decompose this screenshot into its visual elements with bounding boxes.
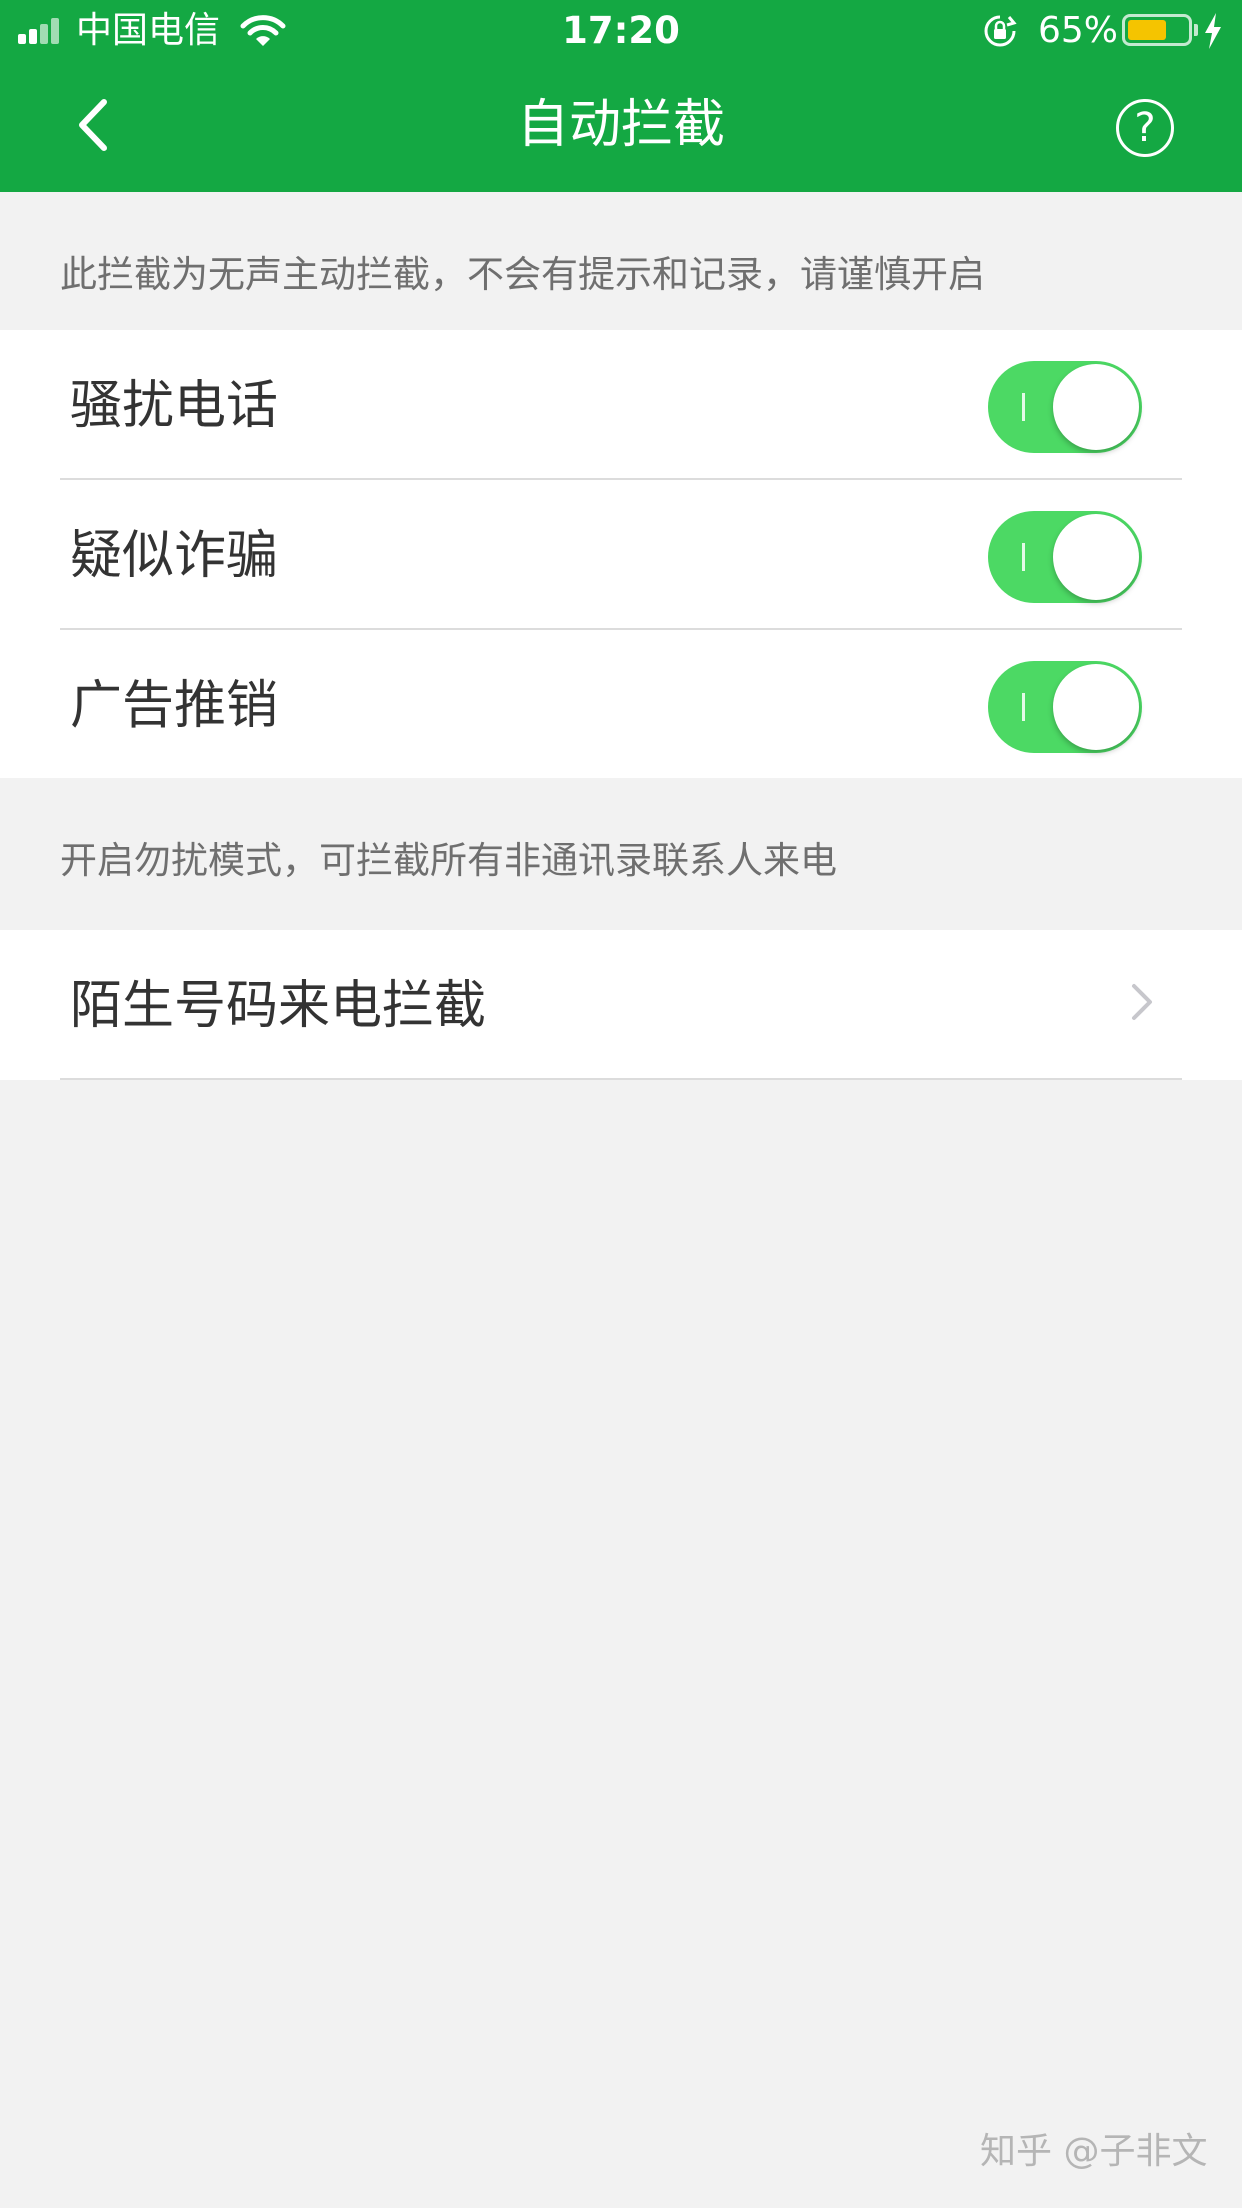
battery-percentage: 65% [1038,10,1119,51]
setting-label: 疑似诈骗 [70,526,279,586]
battery-icon [1122,14,1192,46]
battery-level-fill [1128,20,1166,40]
row-divider [60,1078,1182,1080]
setting-row-ad-promotion: 广告推销 [0,630,1242,780]
chevron-right-icon [1132,984,1152,1020]
toggle-on-mark [1022,543,1025,571]
status-bar: 中国电信 17:20 65% [0,0,1242,62]
harassment-call-toggle[interactable] [988,361,1142,453]
setting-row-harassment: 骚扰电话 [0,330,1242,480]
silent-block-hint: 此拦截为无声主动拦截，不会有提示和记录，请谨慎开启 [60,253,985,296]
toggle-knob [1053,664,1139,750]
top-bar: 中国电信 17:20 65% 自动拦截 ? [0,0,1242,192]
toggle-on-mark [1022,393,1025,421]
toggle-knob [1053,514,1139,600]
setting-label: 骚扰电话 [70,376,279,436]
suspected-fraud-toggle[interactable] [988,511,1142,603]
auto-block-settings-group: 骚扰电话 疑似诈骗 广告推销 [0,330,1242,778]
battery-tip [1194,24,1198,36]
rotation-lock-icon [984,15,1017,47]
setting-label: 陌生号码来电拦截 [70,976,487,1036]
toggle-knob [1053,364,1139,450]
toggle-on-mark [1022,693,1025,721]
do-not-disturb-hint: 开启勿扰模式，可拦截所有非通讯录联系人来电 [60,839,837,882]
watermark: 知乎 @子非文 [980,2131,1208,2172]
setting-row-suspected-fraud: 疑似诈骗 [0,480,1242,630]
help-button[interactable]: ? [1116,99,1174,157]
ad-promotion-toggle[interactable] [988,661,1142,753]
stranger-call-block-row[interactable]: 陌生号码来电拦截 [0,930,1242,1080]
navigation-bar: 自动拦截 ? [0,62,1242,192]
charging-bolt-icon [1205,13,1221,49]
stranger-call-settings-group: 陌生号码来电拦截 [0,930,1242,1080]
setting-label: 广告推销 [70,676,279,736]
page-title: 自动拦截 [516,95,725,155]
